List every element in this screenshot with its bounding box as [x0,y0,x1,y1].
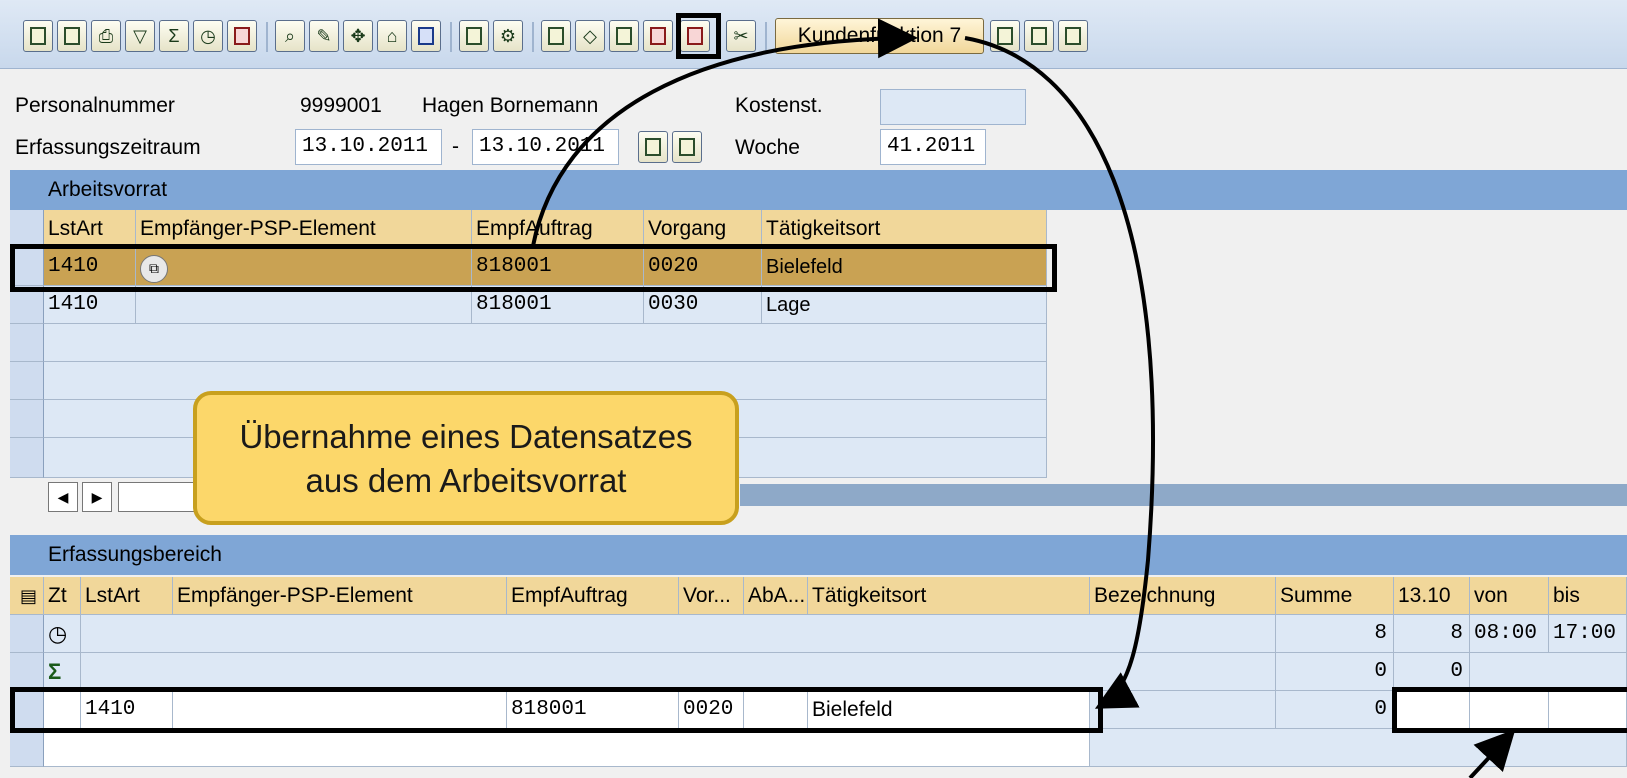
arrow-source-to-button [531,18,918,247]
annotation-arrows [531,18,1516,778]
arrow-to-time-cells [1468,729,1516,778]
arrow-button-to-target [964,36,1155,709]
